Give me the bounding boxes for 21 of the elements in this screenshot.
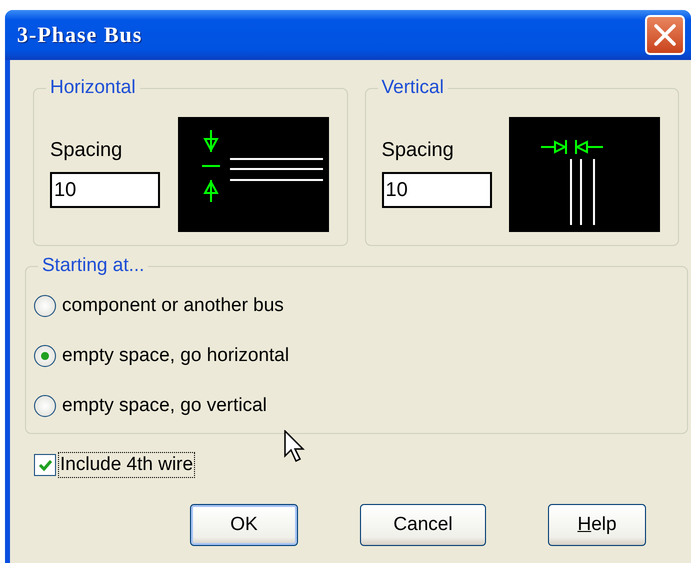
window-title: 3-Phase Bus xyxy=(17,22,142,48)
spacing-field[interactable]: 10 xyxy=(50,172,160,208)
check-icon xyxy=(38,460,52,472)
spacing-label: Spacing xyxy=(50,139,124,162)
spacing-field[interactable]: 10 xyxy=(382,172,492,208)
group-title: Starting at... xyxy=(38,255,148,277)
checkbox-label[interactable]: Include 4th wire xyxy=(58,452,196,478)
radio-label[interactable]: component or another bus xyxy=(62,295,284,317)
dialog-button[interactable]: Help xyxy=(548,504,646,546)
radio-label[interactable]: empty space, go vertical xyxy=(62,395,267,417)
close-button[interactable] xyxy=(645,15,685,55)
radio-button[interactable] xyxy=(34,395,56,417)
dialog-button[interactable]: Cancel xyxy=(360,504,486,546)
spacing-label: Spacing xyxy=(382,139,455,162)
checkbox[interactable] xyxy=(34,454,56,476)
cursor-icon xyxy=(284,430,305,462)
radio-button[interactable] xyxy=(34,345,56,367)
radio-button[interactable] xyxy=(34,295,56,317)
dialog-button[interactable]: OK xyxy=(190,504,298,546)
radio-label[interactable]: empty space, go horizontal xyxy=(62,345,290,367)
close-icon xyxy=(654,24,676,46)
